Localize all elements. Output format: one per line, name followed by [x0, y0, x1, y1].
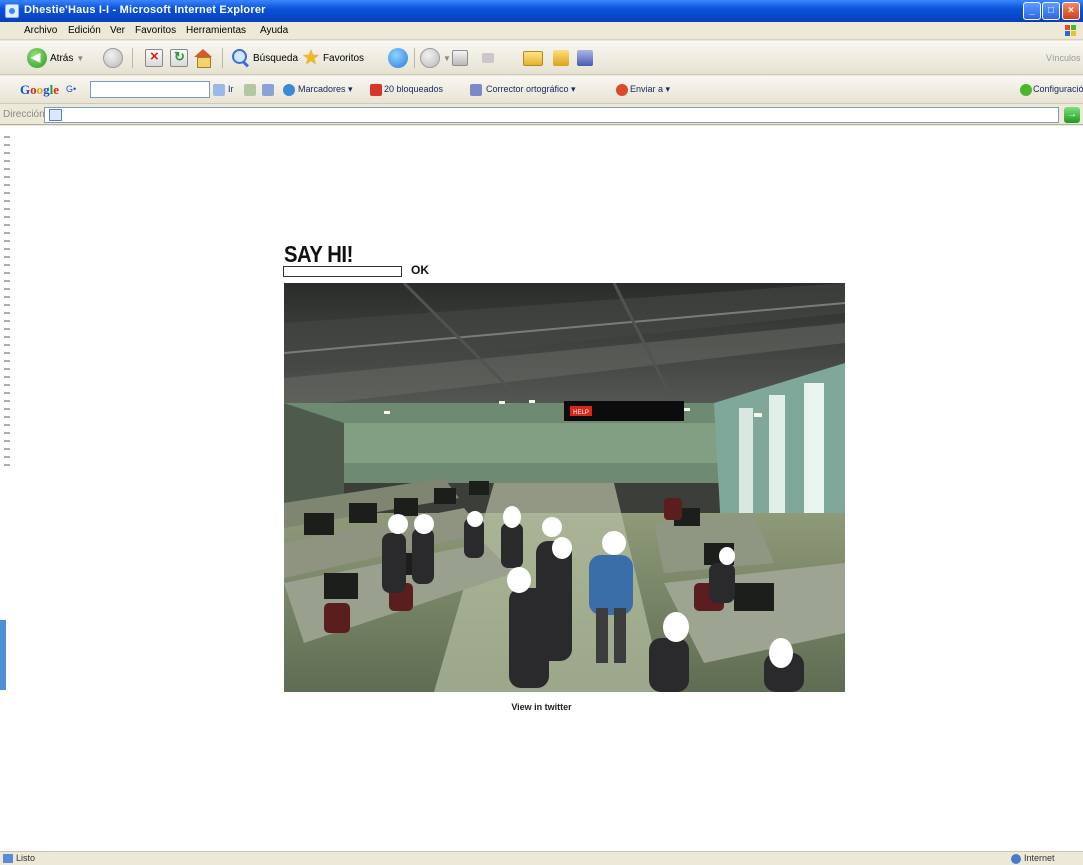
standard-toolbar: ◀ Atrás ▼ Búsqueda ★ Favoritos: [0, 41, 1083, 75]
search-button[interactable]: Búsqueda: [232, 46, 298, 70]
google-settings-menu[interactable]: Configuración ▾: [1033, 84, 1083, 95]
security-zone-label: Internet: [1024, 853, 1055, 863]
search-label: Búsqueda: [253, 52, 299, 64]
popup-blocker-icon: [370, 84, 382, 96]
view-in-twitter-link[interactable]: View in twitter: [511, 702, 571, 712]
toolbar-separator: [414, 48, 415, 68]
settings-icon: [1020, 84, 1032, 96]
page-status-icon: [3, 854, 13, 863]
send-to-menu[interactable]: Enviar a ▾: [630, 84, 670, 95]
ok-button[interactable]: OK: [411, 263, 429, 277]
windows-logo-icon: [1065, 25, 1076, 36]
google-pagerank-icon[interactable]: [262, 84, 274, 96]
favorites-label: Favoritos: [322, 52, 365, 64]
close-button[interactable]: ×: [1062, 2, 1080, 20]
menu-edicion[interactable]: Edición: [68, 25, 101, 36]
menu-ver[interactable]: Ver: [110, 25, 125, 36]
address-input[interactable]: [44, 107, 1059, 123]
menu-bar: Archivo Edición Ver Favoritos Herramient…: [0, 22, 1083, 40]
menu-ayuda[interactable]: Ayuda: [260, 25, 288, 36]
back-button[interactable]: ◀ Atrás ▼: [27, 46, 84, 70]
toolbar-separator: [222, 48, 223, 68]
title-bar[interactable]: Dhestie'Haus I-I - Microsoft Internet Ex…: [0, 0, 1083, 22]
toolbar-separator: [132, 48, 133, 68]
page-title: SAY HI!: [284, 241, 353, 267]
stop-icon: [145, 48, 163, 67]
google-news-icon[interactable]: [244, 84, 256, 96]
mail-button[interactable]: ▼: [420, 46, 451, 70]
internet-zone-icon: [1011, 854, 1021, 864]
google-search-input[interactable]: [90, 81, 210, 98]
stop-button[interactable]: [145, 46, 163, 70]
back-arrow-icon: ◀: [27, 48, 47, 68]
messenger-icon: [553, 50, 569, 66]
history-icon: [388, 48, 408, 68]
favorites-star-icon: ★: [302, 47, 320, 69]
spellcheck-icon: [470, 84, 482, 96]
print-button[interactable]: [452, 46, 468, 70]
research-button[interactable]: [577, 46, 593, 70]
view-in-twitter-link-container: View in twitter: [0, 702, 1083, 712]
chevron-down-icon: ▼: [443, 53, 451, 63]
svg-text:HELP: HELP: [573, 410, 589, 416]
menu-herramientas[interactable]: Herramientas: [186, 25, 246, 36]
page-content: SAY HI! OK HELP View in twitter: [0, 126, 1083, 851]
status-text: Listo: [16, 853, 36, 863]
google-search-dropdown-icon[interactable]: [213, 84, 225, 96]
mail-icon: [420, 48, 440, 68]
left-margin-marks: [4, 130, 10, 470]
say-hi-input[interactable]: [283, 266, 402, 277]
search-icon: [232, 49, 250, 67]
status-bar: Listo Internet: [0, 851, 1083, 865]
folder-icon: [523, 50, 543, 66]
minimize-button[interactable]: _: [1023, 2, 1041, 20]
google-toolbar: Google G• Ir Marcadores ▾ 20 bloqueados …: [0, 76, 1083, 104]
address-bar: Dirección →: [0, 105, 1083, 125]
favorites-button[interactable]: ★ Favoritos: [302, 46, 364, 70]
page-icon: [49, 109, 62, 121]
spellcheck-menu[interactable]: Corrector ortográfico ▾: [486, 84, 576, 95]
history-button[interactable]: [388, 46, 408, 70]
window-title: Dhestie'Haus I-I - Microsoft Internet Ex…: [24, 4, 266, 16]
forward-button[interactable]: [103, 46, 123, 70]
edit-button[interactable]: [482, 46, 494, 70]
send-to-icon: [616, 84, 628, 96]
refresh-button[interactable]: [170, 46, 188, 70]
refresh-icon: [170, 49, 188, 67]
bookmarks-star-icon: [283, 84, 295, 96]
messenger-button[interactable]: [553, 46, 569, 70]
maximize-button[interactable]: □: [1042, 2, 1060, 20]
menu-archivo[interactable]: Archivo: [24, 25, 57, 36]
folder-button[interactable]: [523, 46, 543, 70]
go-button[interactable]: →: [1064, 107, 1080, 123]
bookmarks-menu[interactable]: Marcadores ▾: [298, 84, 353, 95]
chevron-down-icon[interactable]: ▼: [76, 54, 84, 63]
links-label[interactable]: Vínculos: [1046, 53, 1081, 63]
menu-favoritos[interactable]: Favoritos: [135, 25, 176, 36]
left-accent-bar: [0, 620, 6, 690]
google-go-label[interactable]: Ir: [228, 84, 234, 94]
address-label: Dirección: [3, 109, 45, 120]
popups-blocked-label[interactable]: 20 bloqueados: [384, 84, 443, 94]
back-label: Atrás: [50, 52, 74, 64]
office-webcam-scene: HELP: [284, 283, 845, 692]
edit-icon: [482, 53, 494, 63]
research-icon: [577, 50, 593, 66]
home-icon: [193, 49, 213, 68]
internet-explorer-icon: [5, 4, 19, 18]
home-button[interactable]: [193, 46, 213, 70]
google-logo[interactable]: Google: [20, 82, 59, 98]
google-search-prefix[interactable]: G•: [66, 84, 76, 94]
webcam-image: HELP: [284, 283, 845, 692]
forward-arrow-icon: [103, 48, 123, 68]
print-icon: [452, 50, 468, 66]
browser-window: Dhestie'Haus I-I - Microsoft Internet Ex…: [0, 0, 1083, 865]
